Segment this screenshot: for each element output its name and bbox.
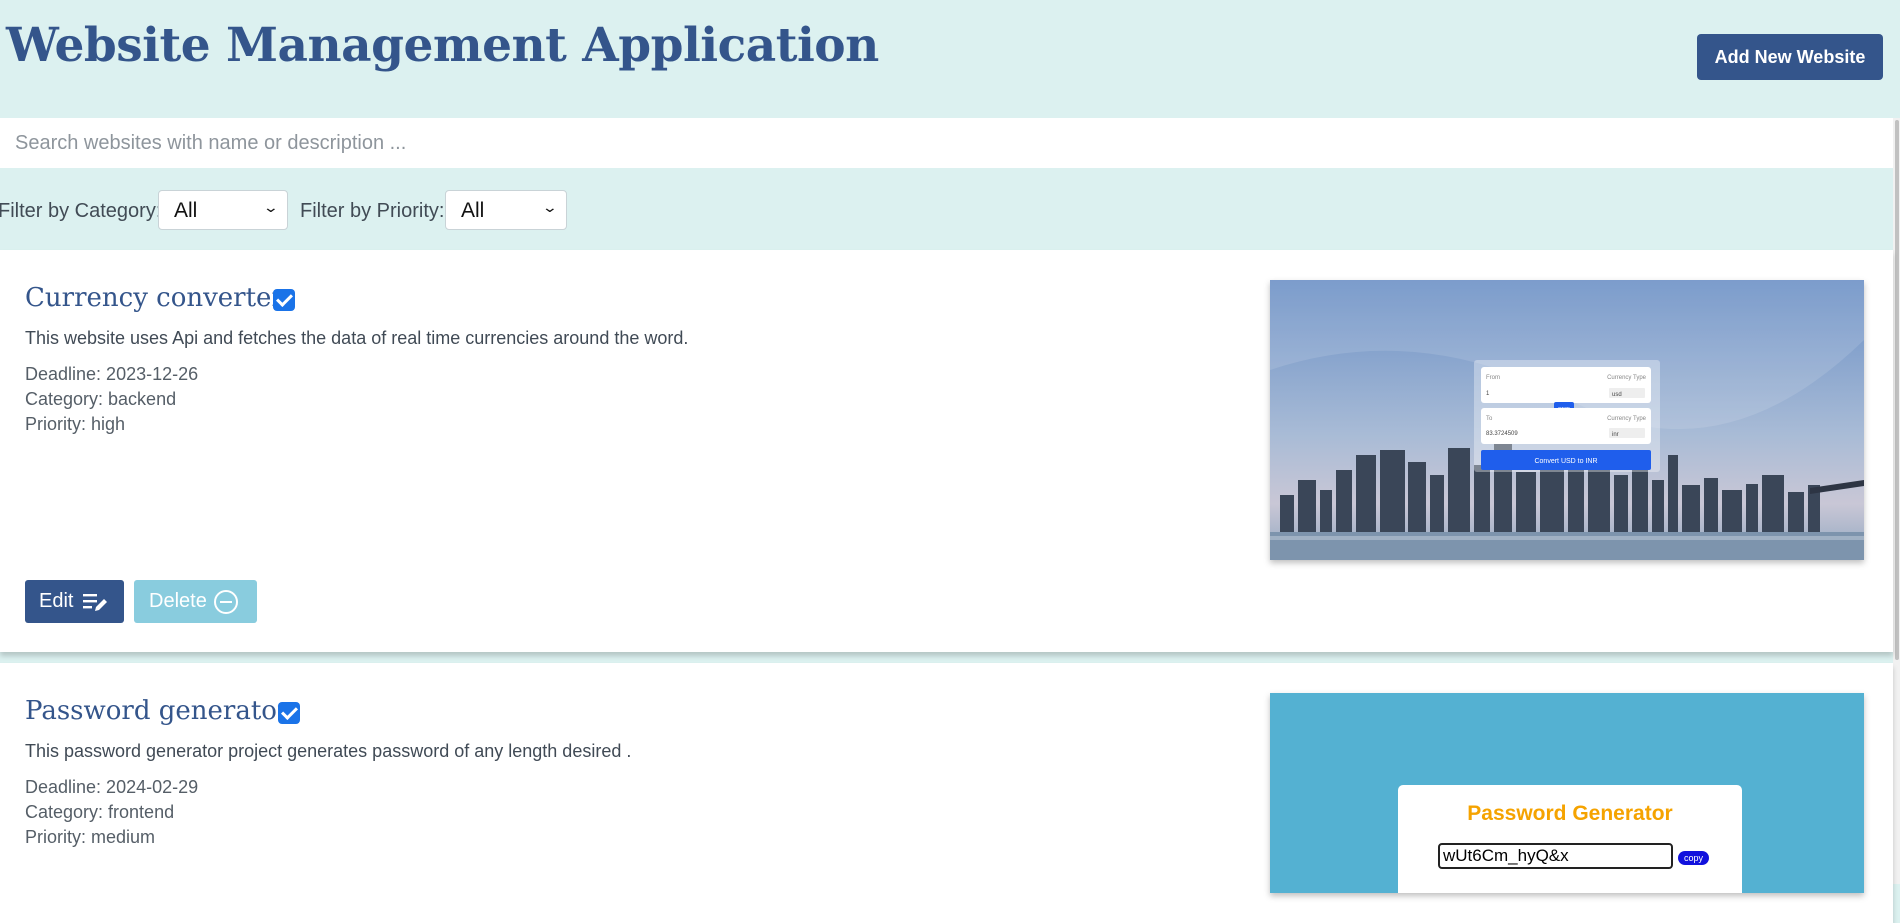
page-title: Website Management Application [6, 18, 879, 73]
priority-filter-label: Filter by Priority: [300, 200, 445, 222]
website-description: This password generator project generate… [25, 741, 632, 761]
preview-from-label: From [1486, 375, 1500, 381]
priority-text: Priority: high [25, 414, 126, 434]
priority-filter-value: All [461, 199, 485, 222]
preview-password-field: wUt6Cm_hyQ&x [1438, 843, 1673, 869]
preview-from-currency: usd [1612, 392, 1622, 398]
delete-button-label: Delete [149, 590, 207, 612]
add-new-website-button[interactable]: Add New Website [1697, 34, 1883, 80]
edit-button[interactable]: Edit [25, 580, 124, 623]
deadline-text: Deadline: 2023-12-26 [25, 364, 199, 384]
category-text: Category: backend [25, 389, 177, 409]
filter-bar: Filter by Category: All ⌄ Filter by Prio… [0, 188, 1890, 233]
deadline-text: Deadline: 2024-02-29 [25, 777, 199, 797]
completed-checkbox[interactable] [278, 702, 300, 724]
chevron-down-icon: ⌄ [541, 199, 559, 215]
category-text: Category: frontend [25, 802, 175, 822]
category-filter-label: Filter by Category: [0, 200, 162, 222]
preview-convert-button: Convert USD to INR [1534, 458, 1597, 465]
currency-converter-preview-image: From Currency Type 1 usd swap To Currenc… [1270, 280, 1864, 560]
preview-to-label: To [1486, 416, 1493, 422]
preview-to-type-label: Currency Type [1607, 416, 1647, 422]
edit-icon [83, 594, 107, 611]
priority-filter-select[interactable]: All ⌄ [445, 190, 567, 230]
minus-circle-icon [214, 590, 238, 614]
scrollbar-thumb[interactable] [1895, 120, 1899, 660]
category-filter-value: All [174, 199, 198, 222]
app-header: Website Management Application Add New W… [0, 0, 1900, 118]
delete-button[interactable]: Delete [134, 580, 257, 623]
website-description: This website uses Api and fetches the da… [25, 328, 689, 348]
edit-button-label: Edit [39, 590, 74, 612]
category-filter-select[interactable]: All ⌄ [158, 190, 288, 230]
website-card: Password generator This password generat… [0, 663, 1893, 923]
search-input[interactable] [0, 118, 1893, 168]
preview-to-value: 83.3724509 [1486, 431, 1518, 437]
priority-text: Priority: medium [25, 827, 156, 847]
website-meta: Deadline: 2023-12-26 Category: backend P… [25, 362, 198, 437]
password-generator-preview-image: Password Generator wUt6Cm_hyQ&x copy [1270, 693, 1864, 893]
completed-checkbox[interactable] [273, 289, 295, 311]
website-card: Currency converter This website uses Api… [0, 250, 1893, 652]
website-meta: Deadline: 2024-02-29 Category: frontend … [25, 775, 198, 850]
website-title: Password generator [25, 696, 290, 726]
preview-copy-button: copy [1678, 851, 1709, 865]
chevron-down-icon: ⌄ [262, 199, 280, 215]
website-title: Currency converter [25, 283, 284, 313]
preview-from-type-label: Currency Type [1607, 375, 1647, 381]
preview-heading: Password Generator [1467, 802, 1673, 825]
preview-panel: Password Generator wUt6Cm_hyQ&x copy [1398, 785, 1742, 893]
preview-to-currency: inr [1612, 432, 1619, 438]
